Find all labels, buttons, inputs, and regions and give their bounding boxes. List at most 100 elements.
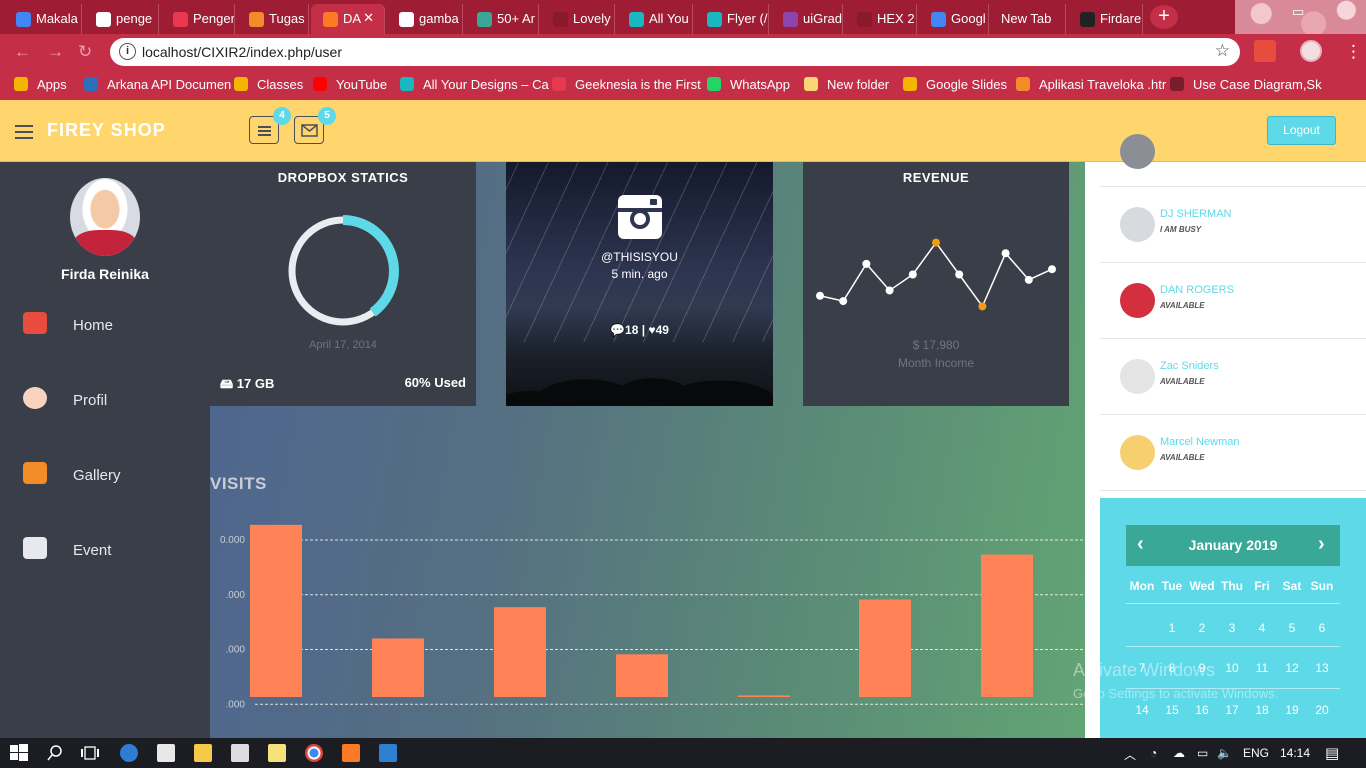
contact-name[interactable]: Marcel Newman [1160, 436, 1239, 448]
browser-tab[interactable]: 50+ Ar [465, 4, 539, 34]
sidebar-item-profil[interactable]: Profil [0, 379, 210, 419]
tab-title: All You [649, 11, 689, 26]
browser-tab[interactable]: uiGrad [771, 4, 843, 34]
reload-icon[interactable]: ↻ [78, 42, 92, 62]
contact-item[interactable]: DAN ROGERS AVAILABLE [1100, 263, 1366, 339]
contact-item[interactable]: Zac Sniders AVAILABLE [1100, 339, 1366, 415]
task-view-icon[interactable] [81, 744, 99, 762]
contact-item-partial[interactable] [1100, 112, 1366, 187]
volume-icon[interactable]: 🔈 [1217, 746, 1232, 760]
calendar-day[interactable]: 14 [1127, 703, 1157, 717]
calendar-row-divider [1126, 646, 1340, 647]
contact-item[interactable]: DJ SHERMAN I AM BUSY [1100, 187, 1366, 263]
calendar-day[interactable]: 1 [1157, 621, 1187, 635]
browser-tab[interactable]: Tugas [237, 4, 309, 34]
calendar-day[interactable]: 4 [1247, 621, 1277, 635]
language-indicator[interactable]: ENG [1243, 746, 1269, 760]
visits-tick-label: .000 [226, 699, 246, 710]
calendar-day[interactable]: 18 [1247, 703, 1277, 717]
menu-dots-icon[interactable]: ⋮ [1345, 42, 1362, 62]
bookmarks-bar: Apps Arkana API Documen Classes YouTube All … [0, 70, 1366, 100]
bookmark-item[interactable]: Classes [234, 77, 303, 92]
calendar-day[interactable]: 10 [1217, 661, 1247, 675]
user-avatar[interactable] [70, 178, 140, 256]
forward-icon[interactable]: → [47, 42, 64, 62]
calendar-day[interactable]: 15 [1157, 703, 1187, 717]
sticky-notes-icon[interactable] [268, 744, 286, 762]
people-icon[interactable]: ☁ [1173, 746, 1185, 760]
browser-tab[interactable]: Flyer (/ [695, 4, 769, 34]
profile-avatar-icon[interactable] [1300, 40, 1322, 62]
clock[interactable]: 14:14 [1280, 746, 1310, 760]
sidebar-item-event[interactable]: Event [0, 529, 210, 569]
store-icon[interactable] [157, 744, 175, 762]
tray-chevron-icon[interactable]: ︿ [1124, 746, 1136, 763]
contact-name[interactable]: Zac Sniders [1160, 360, 1219, 372]
mail-button[interactable]: 5 [294, 107, 336, 144]
instagram-icon[interactable] [617, 194, 663, 240]
calendar-day[interactable]: 5 [1277, 621, 1307, 635]
bookmark-item[interactable]: WhatsApp [707, 77, 790, 92]
calendar-day[interactable]: 17 [1217, 703, 1247, 717]
tasks-button[interactable]: 4 [249, 107, 291, 144]
contact-item[interactable]: Marcel Newman AVAILABLE [1100, 415, 1366, 491]
file-explorer-icon[interactable] [194, 744, 212, 762]
sidebar-item-home[interactable]: Home [0, 304, 210, 344]
calendar-day[interactable]: 2 [1187, 621, 1217, 635]
calendar-day[interactable]: 11 [1247, 661, 1277, 675]
calendar-day[interactable]: 16 [1187, 703, 1217, 717]
bookmark-item[interactable]: Apps [14, 77, 67, 92]
new-tab-button[interactable]: + [1150, 5, 1178, 29]
browser-tab[interactable]: gamba [387, 4, 463, 34]
brand-logo[interactable]: FIREY SHOP [47, 120, 166, 141]
back-icon[interactable]: ← [14, 42, 31, 62]
calendar-day[interactable]: 3 [1217, 621, 1247, 635]
xampp-icon[interactable] [342, 744, 360, 762]
bookmark-item[interactable]: All Your Designs – Ca [400, 77, 549, 92]
vscode-icon[interactable] [379, 744, 397, 762]
calendar-next-icon[interactable]: › [1318, 533, 1325, 556]
bookmark-item[interactable]: Geeknesia is the First [552, 77, 701, 92]
sidebar-item-gallery[interactable]: Gallery [0, 454, 210, 494]
restore-icon[interactable]: ▭ [1292, 4, 1304, 20]
url-text[interactable]: localhost/CIXIR2/index.php/user [142, 44, 342, 60]
edge-icon[interactable] [120, 744, 138, 762]
notification-icon[interactable]: ▤ [1325, 744, 1339, 762]
browser-tab[interactable]: Lovely [541, 4, 615, 34]
flash-extension-icon[interactable] [1254, 40, 1276, 62]
browser-tab[interactable]: Penger [161, 4, 235, 34]
site-info-icon[interactable]: i [119, 43, 136, 60]
contact-name[interactable]: DJ SHERMAN [1160, 208, 1232, 220]
calendar-day[interactable]: 19 [1277, 703, 1307, 717]
address-bar[interactable]: i localhost/CIXIR2/index.php/user ☆ [110, 38, 1240, 66]
battery-icon[interactable]: ▭ [1197, 746, 1208, 760]
browser-tab[interactable]: New Tab [991, 4, 1066, 34]
tab-close-icon[interactable]: ✕ [363, 10, 374, 26]
bookmark-item[interactable]: Use Case Diagram,Sk [1170, 77, 1322, 92]
bookmark-item[interactable]: Aplikasi Traveloka .htr [1016, 77, 1166, 92]
chrome-icon[interactable] [305, 744, 323, 762]
mail-app-icon[interactable] [231, 744, 249, 762]
bookmark-item[interactable]: YouTube [313, 77, 387, 92]
browser-tab[interactable]: DA ✕ [311, 4, 385, 34]
calendar-day[interactable]: 20 [1307, 703, 1337, 717]
bookmark-star-icon[interactable]: ☆ [1215, 41, 1230, 61]
calendar-day[interactable]: 6 [1307, 621, 1337, 635]
instagram-handle[interactable]: @THISISYOU [506, 250, 773, 264]
bookmark-item[interactable]: New folder [804, 77, 889, 92]
search-icon[interactable] [46, 744, 64, 762]
browser-tab[interactable]: Firdare [1068, 4, 1143, 34]
windows-start-icon[interactable] [10, 744, 28, 762]
browser-tab[interactable]: Googl [919, 4, 989, 34]
bookmark-item[interactable]: Google Slides [903, 77, 1007, 92]
bookmark-item[interactable]: Arkana API Documen [84, 77, 231, 92]
hamburger-menu-icon[interactable] [15, 125, 33, 139]
browser-tab[interactable]: penge [84, 4, 159, 34]
browser-tab[interactable]: HEX 2 [845, 4, 917, 34]
calendar-day[interactable]: 12 [1277, 661, 1307, 675]
browser-tab[interactable]: Makala [4, 4, 82, 34]
calendar-day[interactable]: 13 [1307, 661, 1337, 675]
browser-tab[interactable]: All You [617, 4, 693, 34]
contact-name[interactable]: DAN ROGERS [1160, 284, 1234, 296]
network-icon[interactable]: ◔ [1150, 746, 1157, 760]
